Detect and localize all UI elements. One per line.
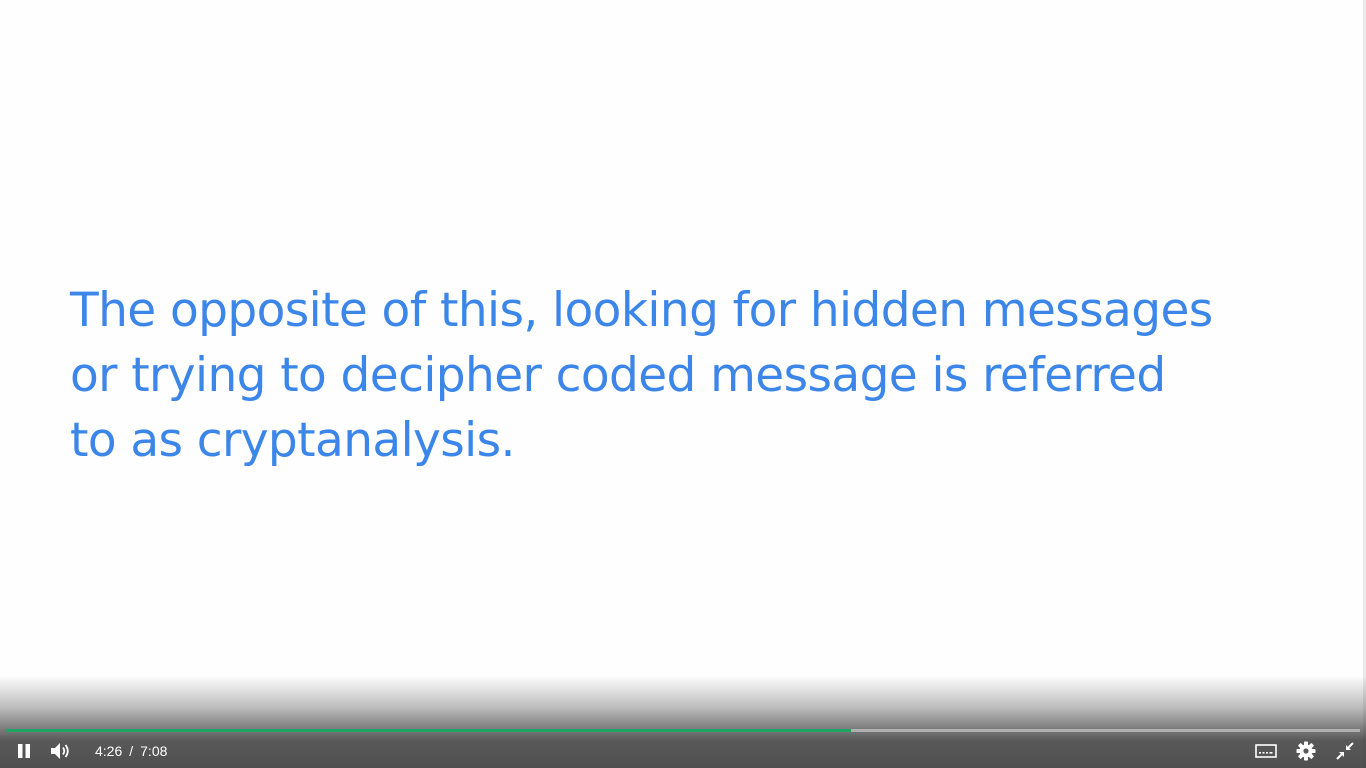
slide-line-3: to as cryptanalysis.	[70, 413, 515, 468]
gear-icon	[1296, 741, 1316, 761]
volume-icon	[51, 743, 69, 759]
settings-button[interactable]	[1292, 738, 1320, 764]
video-player[interactable]: The opposite of this, looking for hidden…	[0, 0, 1366, 768]
slide-line-2: or trying to decipher coded message is r…	[70, 348, 1166, 403]
exit-fullscreen-icon	[1336, 742, 1354, 760]
captions-button[interactable]	[1252, 738, 1280, 764]
slide-text: The opposite of this, looking for hidden…	[70, 278, 1300, 473]
volume-button[interactable]	[46, 738, 76, 764]
captions-icon	[1255, 744, 1277, 758]
controls-bar	[0, 676, 1366, 768]
exit-fullscreen-button[interactable]	[1332, 738, 1358, 764]
duration: 7:08	[140, 743, 168, 759]
progress-bar[interactable]	[6, 729, 1360, 732]
current-time: 4:26	[95, 743, 123, 759]
time-separator: /	[129, 743, 134, 759]
slide-line-1: The opposite of this, looking for hidden…	[70, 283, 1213, 338]
progress-fill	[6, 729, 851, 732]
pause-button[interactable]	[10, 738, 38, 764]
pause-icon	[18, 744, 30, 758]
time-display: 4:26 / 7:08	[95, 741, 167, 761]
